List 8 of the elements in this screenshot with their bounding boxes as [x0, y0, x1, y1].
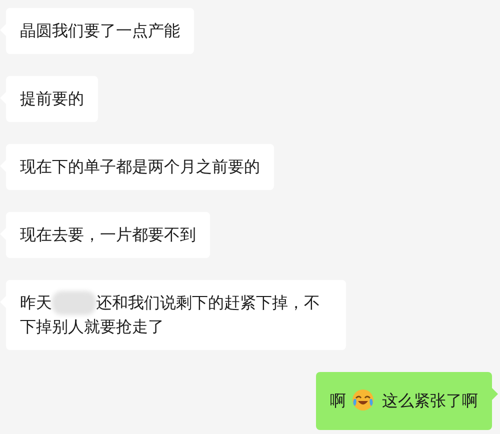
message-text: 现在下的单子都是两个月之前要的	[20, 156, 260, 178]
message-text: 晶圆我们要了一点产能	[20, 20, 180, 42]
message-text: 啊	[330, 391, 346, 410]
crying-laughing-face-icon	[352, 389, 374, 411]
message-text: 昨天 还和我们说剩下的赶紧下掉，不下掉别人就要抢走了	[20, 291, 321, 338]
message-text: 这么紧张了啊	[382, 391, 478, 410]
message-text: 提前要的	[20, 88, 84, 110]
message-text: 现在去要，一片都要不到	[20, 224, 196, 246]
